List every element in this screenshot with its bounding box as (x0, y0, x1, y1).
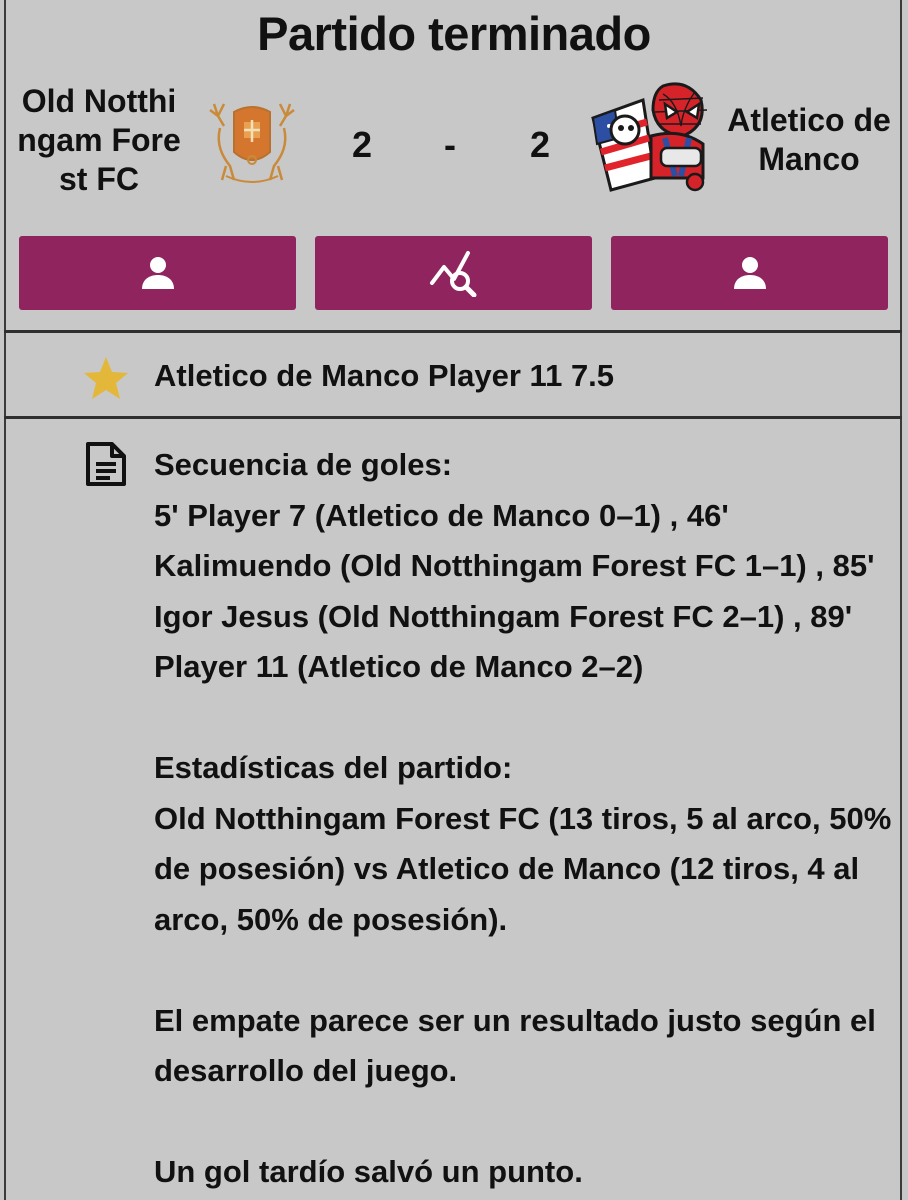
player-of-the-match: Atletico de Manco Player 11 7.5 (154, 358, 615, 393)
section-divider (4, 416, 902, 419)
match-summary: Secuencia de goles: 5' Player 7 (Atletic… (154, 440, 896, 1198)
star-icon (84, 357, 128, 399)
person-icon (733, 257, 766, 289)
match-comment: El empate parece ser un resultado justo … (154, 1002, 876, 1089)
document-icon (86, 442, 126, 486)
away-score: 2 (530, 124, 551, 165)
away-team-crest-icon[interactable] (585, 78, 715, 196)
goals-heading: Secuencia de goles: (154, 447, 453, 482)
goals-sequence: 5' Player 7 (Atletico de Manco 0–1) , 46… (154, 497, 875, 685)
home-team-crest-icon[interactable] (200, 96, 304, 192)
match-stats: Old Notthingam Forest FC (13 tiros, 5 al… (154, 800, 892, 937)
away-lineup-button[interactable] (611, 236, 888, 310)
stats-heading: Estadísticas del partido: (154, 750, 513, 785)
page-title: Partido terminado (257, 7, 651, 60)
match-analysis-button[interactable] (315, 236, 592, 310)
home-team-name[interactable]: Old Notthingam Forest FC (14, 82, 184, 199)
home-score: 2 (352, 124, 373, 165)
match-comment: Un gol tardío salvó un punto. (154, 1154, 583, 1189)
home-lineup-button[interactable] (19, 236, 296, 310)
score-separator: - (444, 124, 456, 165)
person-icon (141, 257, 174, 289)
section-divider (4, 330, 902, 333)
chart-search-icon (429, 251, 476, 297)
away-team-name[interactable]: Atletico de Manco (716, 101, 902, 179)
